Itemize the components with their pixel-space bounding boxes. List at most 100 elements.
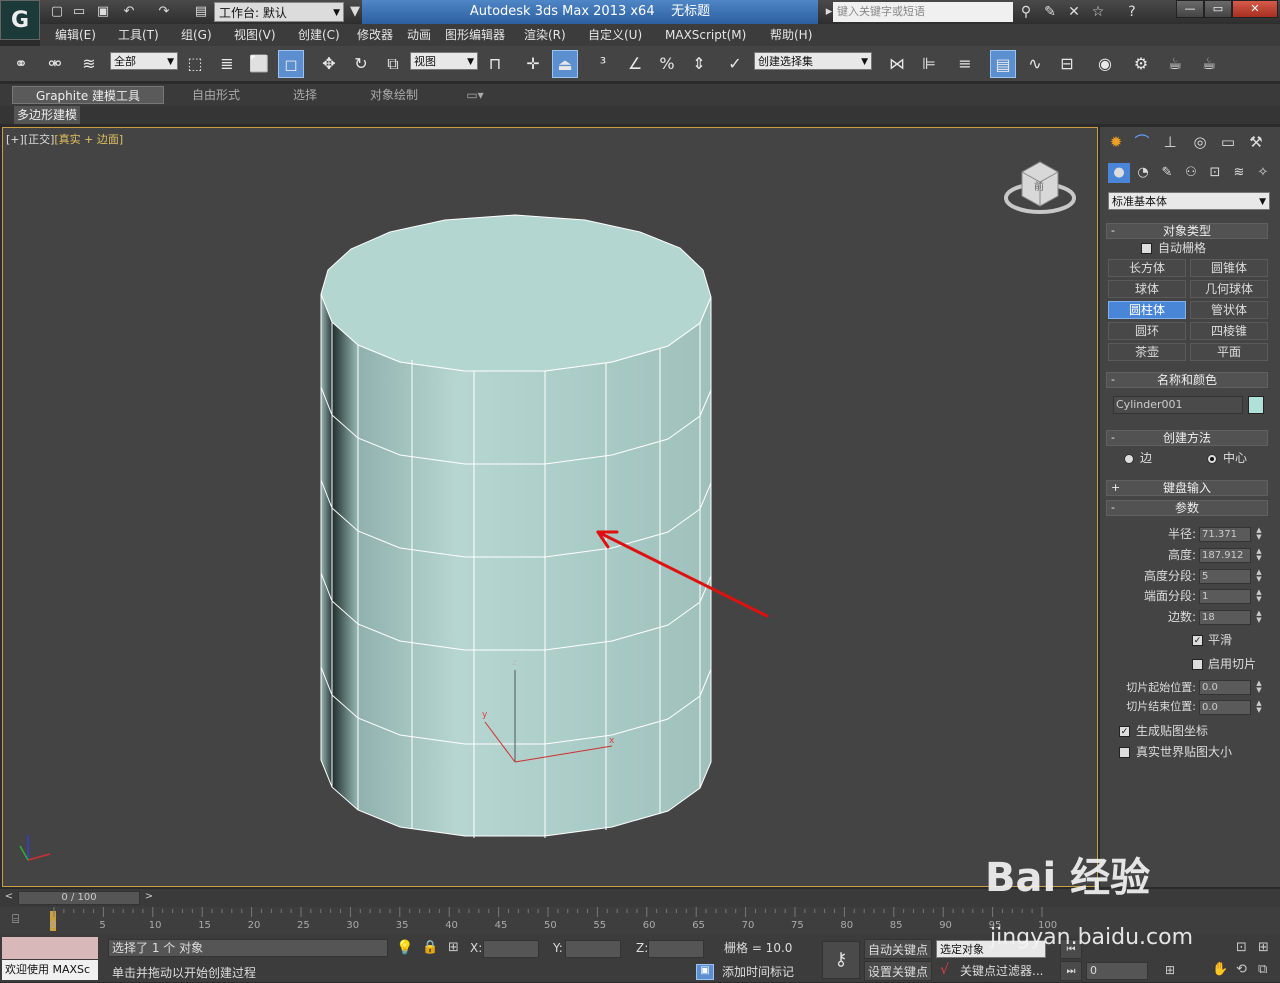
- rollout-keyboard-entry[interactable]: + 键盘输入: [1106, 480, 1268, 496]
- tube-button[interactable]: 管状体: [1190, 301, 1268, 319]
- key-mode-value: 选定对象: [940, 943, 984, 956]
- rollout-name-color[interactable]: - 名称和颜色: [1106, 372, 1268, 388]
- z-coord-field[interactable]: [648, 940, 704, 958]
- add-time-tag[interactable]: 添加时间标记: [722, 962, 794, 982]
- viewcube-face-label[interactable]: 前: [1034, 178, 1044, 193]
- teapot-button[interactable]: 茶壶: [1108, 343, 1186, 361]
- height-spinner[interactable]: ▲ ▼: [1255, 548, 1263, 563]
- object-color-swatch[interactable]: [1248, 396, 1264, 414]
- slice-from-input[interactable]: 0.0: [1199, 680, 1251, 695]
- smooth-checkbox[interactable]: ✓: [1192, 635, 1203, 646]
- height-segments-spinner[interactable]: ▲ ▼: [1255, 569, 1263, 584]
- absolute-transform-icon[interactable]: ⊞: [448, 940, 459, 955]
- slice-to-input[interactable]: 0.0: [1199, 700, 1251, 715]
- trackbar-tick-label: 20: [247, 920, 261, 931]
- y-coord-field[interactable]: [565, 940, 621, 958]
- set-key-button[interactable]: 设置关键点: [864, 961, 932, 981]
- trackbar-tick-label: 65: [692, 920, 705, 931]
- trackbar-tick-label: 5: [99, 920, 106, 931]
- key-icon[interactable]: ⚷: [822, 941, 860, 979]
- rollout-parameters[interactable]: - 参数: [1106, 500, 1268, 516]
- trackbar-tick-label: 75: [791, 920, 804, 931]
- next-frame-arrow-icon[interactable]: >: [142, 891, 156, 905]
- display-tab-icon[interactable]: ▭: [1216, 131, 1240, 153]
- time-config-icon[interactable]: ⊞: [1165, 963, 1175, 977]
- trackbar-tick-label: 55: [593, 920, 607, 931]
- slice-from-spinner[interactable]: ▲ ▼: [1255, 680, 1263, 695]
- slice-on-checkbox[interactable]: [1192, 659, 1203, 670]
- box-button[interactable]: 长方体: [1108, 259, 1186, 277]
- rollout-creation-method[interactable]: - 创建方法: [1106, 430, 1268, 446]
- plane-button[interactable]: 平面: [1190, 343, 1268, 361]
- gen-mapping-checkbox[interactable]: ✓: [1119, 726, 1130, 737]
- trackbar-tick-label: 0: [50, 920, 57, 931]
- slice-to-label: 切片结束位置:: [1126, 700, 1196, 713]
- slice-to-spinner[interactable]: ▲ ▼: [1255, 700, 1263, 715]
- create-tab-icon[interactable]: ✹: [1104, 131, 1128, 153]
- sides-spinner[interactable]: ▲ ▼: [1255, 610, 1263, 625]
- radius-spinner[interactable]: ▲ ▼: [1255, 527, 1263, 542]
- maxscript-mini-listener[interactable]: 欢迎使用 MAXSc: [2, 960, 98, 980]
- trackbar-tick-label: 35: [395, 920, 409, 931]
- time-slider[interactable]: 0 / 100: [18, 891, 140, 905]
- orbit-icon[interactable]: ⟲: [1236, 962, 1247, 977]
- cone-button[interactable]: 圆锥体: [1190, 259, 1268, 277]
- space-warps-icon[interactable]: ≋: [1228, 163, 1250, 183]
- selection-lock-icon[interactable]: 🔒: [422, 940, 438, 955]
- height-input[interactable]: 187.912: [1199, 548, 1251, 563]
- geometry-icon[interactable]: ●: [1108, 163, 1130, 183]
- sides-label: 边数:: [1167, 610, 1196, 624]
- maximize-viewport-icon[interactable]: ⧉: [1258, 962, 1267, 977]
- lights-icon[interactable]: ✎: [1156, 163, 1178, 183]
- center-radio[interactable]: [1207, 454, 1217, 464]
- zoom-extents-icon[interactable]: ⊡: [1236, 940, 1247, 955]
- helpers-icon[interactable]: ⊡: [1204, 163, 1226, 183]
- sphere-button[interactable]: 球体: [1108, 280, 1186, 298]
- key-mode-toggle-icon[interactable]: ⏭: [1060, 961, 1082, 981]
- height-segments-input[interactable]: 5: [1199, 569, 1251, 584]
- prev-frame-arrow-icon[interactable]: <: [2, 891, 16, 905]
- sides-input[interactable]: 18: [1199, 610, 1251, 625]
- pyramid-button[interactable]: 四棱锥: [1190, 322, 1268, 340]
- current-frame-field[interactable]: 0: [1086, 962, 1148, 980]
- cap-segments-input[interactable]: 1: [1199, 589, 1251, 604]
- motion-tab-icon[interactable]: ◎: [1188, 131, 1212, 153]
- modify-tab-icon[interactable]: ⌒: [1130, 131, 1154, 153]
- cameras-icon[interactable]: ⚇: [1180, 163, 1202, 183]
- edge-radio[interactable]: [1124, 454, 1134, 464]
- time-tag-icon[interactable]: ▣: [696, 964, 714, 980]
- slice-from-label: 切片起始位置:: [1126, 681, 1196, 694]
- shapes-icon[interactable]: ◔: [1132, 163, 1154, 183]
- systems-icon[interactable]: ✧: [1252, 163, 1274, 183]
- radius-input[interactable]: 71.371: [1199, 527, 1251, 542]
- smooth-label: 平滑: [1208, 633, 1233, 647]
- torus-button[interactable]: 圆环: [1108, 322, 1186, 340]
- baidu-watermark-url: jingyan.baidu.com: [990, 925, 1194, 950]
- cylinder-button[interactable]: 圆柱体: [1108, 301, 1186, 319]
- hierarchy-tab-icon[interactable]: ⊥: [1158, 131, 1182, 153]
- category-dropdown[interactable]: 标准基本体 ▼: [1108, 192, 1270, 210]
- autogrid-checkbox[interactable]: [1141, 243, 1152, 254]
- auto-key-button[interactable]: 自动关键点: [864, 939, 932, 959]
- object-name-input[interactable]: Cylinder001: [1113, 396, 1243, 414]
- key-filters-button[interactable]: 关键点过滤器...: [960, 961, 1043, 981]
- rollout-title: 键盘输入: [1162, 481, 1211, 495]
- expand-icon: +: [1111, 481, 1121, 494]
- category-value: 标准基本体: [1112, 195, 1167, 208]
- x-coord-field[interactable]: [483, 940, 539, 958]
- geosphere-button[interactable]: 几何球体: [1190, 280, 1268, 298]
- zoom-all-icon[interactable]: ⊞: [1258, 940, 1269, 955]
- pan-view-icon[interactable]: ✋: [1212, 962, 1228, 977]
- trackbar-tick-label: 60: [642, 920, 656, 931]
- y-coord-label: Y:: [553, 941, 563, 955]
- maxscript-listener[interactable]: [2, 937, 98, 959]
- collapse-icon: -: [1111, 373, 1115, 386]
- rollout-object-type[interactable]: - 对象类型: [1106, 223, 1268, 239]
- utilities-tab-icon[interactable]: ⚒: [1244, 131, 1268, 153]
- cylinder-side: [320, 293, 712, 837]
- rollout-title: 名称和颜色: [1156, 373, 1217, 387]
- isolate-selection-icon[interactable]: 💡: [396, 940, 413, 956]
- cylinder-top-cap: [320, 214, 712, 372]
- cap-segments-spinner[interactable]: ▲ ▼: [1255, 589, 1263, 604]
- real-world-map-checkbox[interactable]: [1119, 747, 1130, 758]
